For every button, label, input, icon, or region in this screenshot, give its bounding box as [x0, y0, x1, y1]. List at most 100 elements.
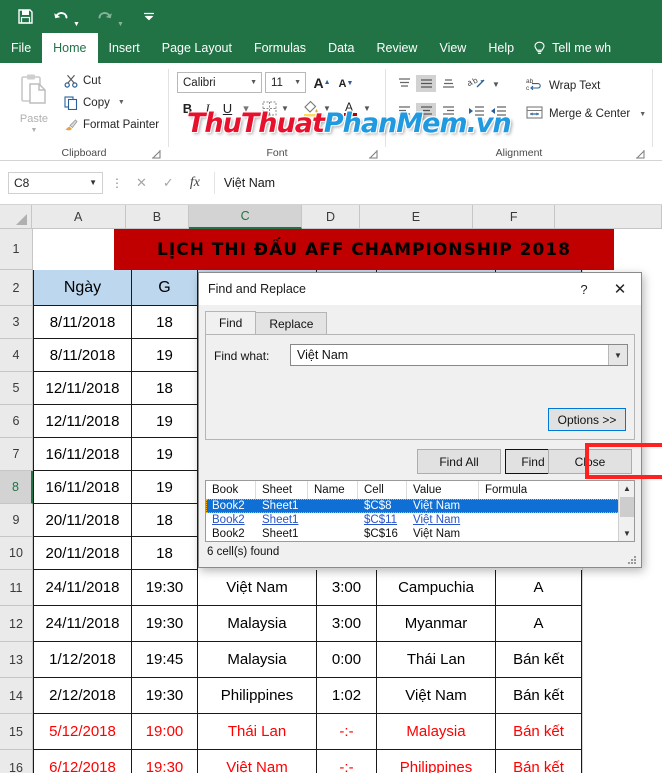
row-header-15[interactable]: 15	[0, 714, 33, 750]
cancel-icon[interactable]: ✕	[136, 175, 147, 191]
results-col-formula[interactable]: Formula	[479, 481, 619, 499]
row-header-14[interactable]: 14	[0, 678, 33, 714]
cell-b3[interactable]: 18	[132, 306, 198, 339]
result-row-2[interactable]: Book2 Sheet1 $C$11 Việt Nam	[206, 513, 634, 527]
copy-button[interactable]: Copy ▼	[63, 95, 125, 110]
results-col-sheet[interactable]: Sheet	[256, 481, 308, 499]
column-header-c[interactable]: C	[188, 205, 303, 229]
cell-d11[interactable]: 3:00	[317, 570, 377, 606]
cell-a16[interactable]: 6/12/2018	[33, 750, 132, 773]
row-header-13[interactable]: 13	[0, 642, 33, 678]
row-header-4[interactable]: 4	[0, 339, 33, 372]
orientation-icon[interactable]: ab	[466, 74, 488, 91]
cell-a5[interactable]: 12/11/2018	[33, 372, 132, 405]
row-header-1[interactable]: 1	[0, 229, 33, 270]
cell-e11[interactable]: Campuchia	[377, 570, 496, 606]
paste-button[interactable]: Paste ▼	[8, 69, 60, 143]
name-box-dropdown-icon[interactable]: ▼	[89, 178, 97, 187]
align-bottom-icon[interactable]	[438, 75, 458, 92]
paste-dropdown-icon[interactable]: ▼	[31, 127, 38, 134]
cell-d14[interactable]: 1:02	[317, 678, 377, 714]
tell-me-search[interactable]: Tell me wh	[525, 33, 611, 63]
merge-center-button[interactable]: Merge & Center ▼	[526, 105, 646, 123]
scrollbar-thumb[interactable]	[620, 497, 634, 517]
merge-center-dropdown-icon[interactable]: ▼	[639, 111, 646, 118]
cell-d12[interactable]: 3:00	[317, 606, 377, 642]
dialog-title-bar[interactable]: Find and Replace ? ✕	[199, 273, 641, 305]
column-header-e[interactable]: E	[359, 205, 474, 229]
cell-a2[interactable]: Ngày	[33, 270, 132, 306]
tab-help[interactable]: Help	[477, 33, 525, 63]
cell-c12[interactable]: Malaysia	[198, 606, 317, 642]
tab-review[interactable]: Review	[365, 33, 428, 63]
cell-f15[interactable]: Bán kết	[496, 714, 582, 750]
cell-f14[interactable]: Bán kết	[496, 678, 582, 714]
dialog-resize-grip[interactable]	[626, 553, 638, 565]
row-header-9[interactable]: 9	[0, 504, 33, 537]
cell-d15[interactable]: -:-	[317, 714, 377, 750]
help-icon[interactable]: ?	[569, 274, 599, 305]
font-name-combo[interactable]: Calibri ▼	[177, 72, 262, 93]
cell-f13[interactable]: Bán kết	[496, 642, 582, 678]
cell-b14[interactable]: 19:30	[132, 678, 198, 714]
tab-page-layout[interactable]: Page Layout	[151, 33, 243, 63]
cell-b16[interactable]: 19:30	[132, 750, 198, 773]
undo-dropdown-icon[interactable]: ▼	[73, 21, 80, 28]
cell-a11[interactable]: 24/11/2018	[33, 570, 132, 606]
cell-a13[interactable]: 1/12/2018	[33, 642, 132, 678]
find-what-input[interactable]: Việt Nam ▼	[290, 344, 628, 366]
row-header-11[interactable]: 11	[0, 570, 33, 606]
cell-b6[interactable]: 19	[132, 405, 198, 438]
cell-a14[interactable]: 2/12/2018	[33, 678, 132, 714]
align-middle-icon[interactable]	[416, 75, 436, 92]
cell-a12[interactable]: 24/11/2018	[33, 606, 132, 642]
cell-e14[interactable]: Việt Nam	[377, 678, 496, 714]
font-name-dropdown-icon[interactable]: ▼	[250, 79, 257, 86]
cell-b10[interactable]: 18	[132, 537, 198, 570]
cell-c15[interactable]: Thái Lan	[198, 714, 317, 750]
cell-e16[interactable]: Philippines	[377, 750, 496, 773]
decrease-font-size-icon[interactable]: A ▼	[336, 73, 356, 94]
find-results-list[interactable]: Book Sheet Name Cell Value Formula Book2…	[205, 480, 635, 542]
tab-find[interactable]: Find	[205, 311, 257, 335]
tab-formulas[interactable]: Formulas	[243, 33, 317, 63]
cell-a7[interactable]: 16/11/2018	[33, 438, 132, 471]
font-size-combo[interactable]: 11 ▼	[265, 72, 306, 93]
cell-b4[interactable]: 19	[132, 339, 198, 372]
tab-home[interactable]: Home	[42, 33, 98, 63]
cell-a9[interactable]: 20/11/2018	[33, 504, 132, 537]
copy-dropdown-icon[interactable]: ▼	[118, 99, 125, 106]
enter-icon[interactable]: ✓	[163, 175, 174, 191]
cell-a6[interactable]: 12/11/2018	[33, 405, 132, 438]
cell-c13[interactable]: Malaysia	[198, 642, 317, 678]
cell-b12[interactable]: 19:30	[132, 606, 198, 642]
redo-dropdown-icon[interactable]: ▼	[117, 21, 124, 28]
font-dialog-launcher[interactable]	[368, 147, 379, 159]
align-top-icon[interactable]	[394, 75, 414, 92]
cell-e15[interactable]: Malaysia	[377, 714, 496, 750]
orientation-dropdown-icon[interactable]: ▼	[490, 77, 502, 92]
cell-c14[interactable]: Philippines	[198, 678, 317, 714]
tab-replace[interactable]: Replace	[255, 312, 328, 335]
results-col-cell[interactable]: Cell	[358, 481, 407, 499]
cut-button[interactable]: Cut	[63, 73, 101, 88]
tab-file[interactable]: File	[0, 33, 42, 63]
row-header-7[interactable]: 7	[0, 438, 33, 471]
cell-c11[interactable]: Việt Nam	[198, 570, 317, 606]
row-header-2[interactable]: 2	[0, 270, 33, 306]
row-header-16[interactable]: 16	[0, 750, 33, 773]
select-all-corner[interactable]	[0, 205, 32, 229]
cell-b11[interactable]: 19:30	[132, 570, 198, 606]
options-button[interactable]: Options >>	[548, 408, 626, 431]
tab-data[interactable]: Data	[317, 33, 365, 63]
results-scrollbar[interactable]: ▲ ▼	[618, 481, 634, 541]
font-size-dropdown-icon[interactable]: ▼	[294, 79, 301, 86]
find-what-dropdown-icon[interactable]: ▼	[608, 345, 627, 365]
scroll-down-icon[interactable]: ▼	[619, 526, 634, 541]
cell-b5[interactable]: 18	[132, 372, 198, 405]
row-header-10[interactable]: 10	[0, 537, 33, 570]
increase-font-size-icon[interactable]: A ▲	[312, 72, 332, 93]
undo-icon[interactable]	[50, 6, 72, 28]
cell-b13[interactable]: 19:45	[132, 642, 198, 678]
cell-b2[interactable]: G	[132, 270, 198, 306]
